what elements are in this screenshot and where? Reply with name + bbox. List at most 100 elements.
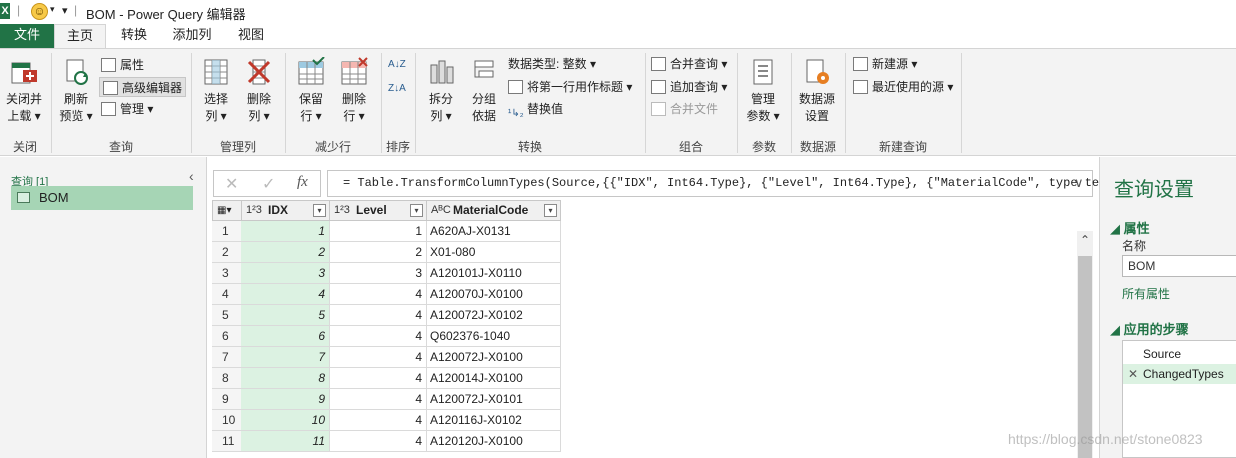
cancel-formula-icon[interactable]: ✕ [225, 174, 238, 194]
table-cell-materialcode[interactable]: A120101J-X0110 [426, 263, 561, 284]
table-cell-idx[interactable]: 4 [241, 284, 330, 305]
table-cell-idx[interactable]: 10 [241, 410, 330, 431]
table-cell-materialcode[interactable]: A120120J-X0100 [426, 431, 561, 452]
table-cell-level[interactable]: 2 [329, 242, 427, 263]
table-cell-materialcode[interactable]: A120116J-X0102 [426, 410, 561, 431]
table-cell-level[interactable]: 4 [329, 347, 427, 368]
tab-add-column[interactable]: 添加列 [164, 24, 220, 48]
split-column-button[interactable]: 拆分 列 ▾ [421, 55, 461, 125]
applied-steps-header[interactable]: ◢ 应用的步骤 [1110, 319, 1189, 338]
table-cell-materialcode[interactable]: A120072J-X0102 [426, 305, 561, 326]
column-header-level[interactable]: 1²3 Level ▾ [329, 200, 427, 221]
row-number[interactable]: 11 [212, 431, 242, 452]
table-cell-level[interactable]: 4 [329, 284, 427, 305]
choose-columns-button[interactable]: 选择 列 ▾ [197, 55, 235, 125]
combine-files-button[interactable]: 合并文件 [651, 99, 718, 119]
table-cell-idx[interactable]: 11 [241, 431, 330, 452]
table-cell-idx[interactable]: 9 [241, 389, 330, 410]
table-cell-idx[interactable]: 1 [241, 221, 330, 242]
close-and-load-button[interactable]: 关闭并 上载 ▾ [3, 55, 45, 125]
feedback-smiley-icon[interactable]: ☺ [31, 3, 48, 20]
table-cell-idx[interactable]: 2 [241, 242, 330, 263]
text-type-icon[interactable]: AᴮC [431, 201, 451, 220]
tab-transform[interactable]: 转换 [110, 24, 158, 48]
filter-dropdown-icon[interactable]: ▾ [544, 204, 557, 217]
table-cell-level[interactable]: 4 [329, 410, 427, 431]
refresh-preview-button[interactable]: 刷新 预览 ▾ [56, 55, 96, 125]
table-cell-level[interactable]: 4 [329, 368, 427, 389]
integer-type-icon[interactable]: 1²3 [334, 201, 350, 220]
integer-type-icon[interactable]: 1²3 [246, 201, 262, 220]
data-source-settings-button[interactable]: 数据源 设置 [796, 55, 838, 125]
row-number[interactable]: 1 [212, 221, 242, 242]
row-number[interactable]: 7 [212, 347, 242, 368]
new-source-button[interactable]: 新建源 ▾ [853, 54, 917, 74]
table-cell-materialcode[interactable]: A620AJ-X0131 [426, 221, 561, 242]
vertical-scrollbar[interactable]: ⌃ [1077, 231, 1093, 458]
tab-home[interactable]: 主页 [54, 24, 106, 48]
table-cell-idx[interactable]: 8 [241, 368, 330, 389]
sort-descending-button[interactable]: Z↓A [388, 79, 406, 99]
table-cell-materialcode[interactable]: A120072J-X0100 [426, 347, 561, 368]
table-cell-idx[interactable]: 5 [241, 305, 330, 326]
merge-queries-button[interactable]: 合并查询 ▾ [651, 54, 727, 74]
row-number[interactable]: 3 [212, 263, 242, 284]
query-name-input[interactable]: BOM [1122, 255, 1236, 277]
row-number[interactable]: 8 [212, 368, 242, 389]
table-cell-idx[interactable]: 6 [241, 326, 330, 347]
tab-file[interactable]: 文件 [0, 24, 54, 48]
table-cell-materialcode[interactable]: Q602376-1040 [426, 326, 561, 347]
row-number[interactable]: 10 [212, 410, 242, 431]
table-cell-materialcode[interactable]: A120014J-X0100 [426, 368, 561, 389]
feedback-dropdown-icon[interactable]: ▾ [50, 4, 55, 15]
table-cell-level[interactable]: 4 [329, 389, 427, 410]
function-icon[interactable]: fx [297, 174, 308, 191]
expand-formula-icon[interactable]: ∨ [1074, 175, 1084, 191]
append-queries-button[interactable]: 追加查询 ▾ [651, 77, 727, 97]
table-cell-level[interactable]: 3 [329, 263, 427, 284]
tab-view[interactable]: 视图 [226, 24, 276, 48]
table-cell-idx[interactable]: 3 [241, 263, 330, 284]
row-number[interactable]: 2 [212, 242, 242, 263]
scroll-up-icon[interactable]: ⌃ [1077, 233, 1093, 251]
query-item-bom[interactable]: BOM [11, 186, 193, 210]
use-first-row-as-headers-button[interactable]: 将第一行用作标题 ▾ [508, 77, 632, 97]
commit-formula-icon[interactable]: ✓ [262, 174, 275, 194]
delete-step-icon[interactable]: ✕ [1128, 364, 1138, 384]
remove-columns-button[interactable]: 删除 列 ▾ [240, 55, 278, 125]
collapse-pane-icon[interactable]: ‹ [189, 168, 194, 184]
table-cell-level[interactable]: 1 [329, 221, 427, 242]
table-cell-idx[interactable]: 7 [241, 347, 330, 368]
keep-rows-button[interactable]: 保留 行 ▾ [292, 55, 330, 125]
table-cell-level[interactable]: 4 [329, 326, 427, 347]
table-cell-materialcode[interactable]: A120070J-X0100 [426, 284, 561, 305]
table-cell-level[interactable]: 4 [329, 305, 427, 326]
formula-input[interactable]: = Table.TransformColumnTypes(Source,{{"I… [327, 170, 1128, 197]
table-cell-materialcode[interactable]: X01-080 [426, 242, 561, 263]
replace-values-button[interactable]: ¹↳₂ 替换值 [508, 99, 563, 119]
remove-rows-button[interactable]: 删除 行 ▾ [335, 55, 373, 125]
row-number[interactable]: 4 [212, 284, 242, 305]
grid-corner-menu[interactable]: ▦▾ [212, 200, 242, 221]
all-properties-link[interactable]: 所有属性 [1122, 285, 1170, 302]
step-source[interactable]: Source [1123, 344, 1236, 364]
column-header-materialcode[interactable]: AᴮC MaterialCode ▾ [426, 200, 561, 221]
column-header-idx[interactable]: 1²3 IDX ▾ [241, 200, 330, 221]
row-number[interactable]: 9 [212, 389, 242, 410]
manage-button[interactable]: 管理 ▾ [101, 99, 153, 119]
properties-button[interactable]: 属性 [101, 55, 144, 75]
table-cell-level[interactable]: 4 [329, 431, 427, 452]
scroll-thumb[interactable] [1078, 256, 1092, 458]
data-type-dropdown[interactable]: 数据类型: 整数 ▾ [508, 54, 596, 74]
group-by-button[interactable]: 分组 依据 [464, 55, 504, 125]
properties-section-header[interactable]: ◢ 属性 [1110, 218, 1150, 237]
filter-dropdown-icon[interactable]: ▾ [410, 204, 423, 217]
filter-dropdown-icon[interactable]: ▾ [313, 204, 326, 217]
manage-parameters-button[interactable]: 管理 参数 ▾ [743, 55, 783, 125]
row-number[interactable]: 5 [212, 305, 242, 326]
recent-sources-button[interactable]: 最近使用的源 ▾ [853, 77, 953, 97]
advanced-editor-button[interactable]: 高级编辑器 [99, 77, 187, 97]
row-number[interactable]: 6 [212, 326, 242, 347]
sort-ascending-button[interactable]: A↓Z [388, 55, 406, 75]
step-changedtypes[interactable]: ✕ ChangedTypes [1123, 364, 1236, 384]
